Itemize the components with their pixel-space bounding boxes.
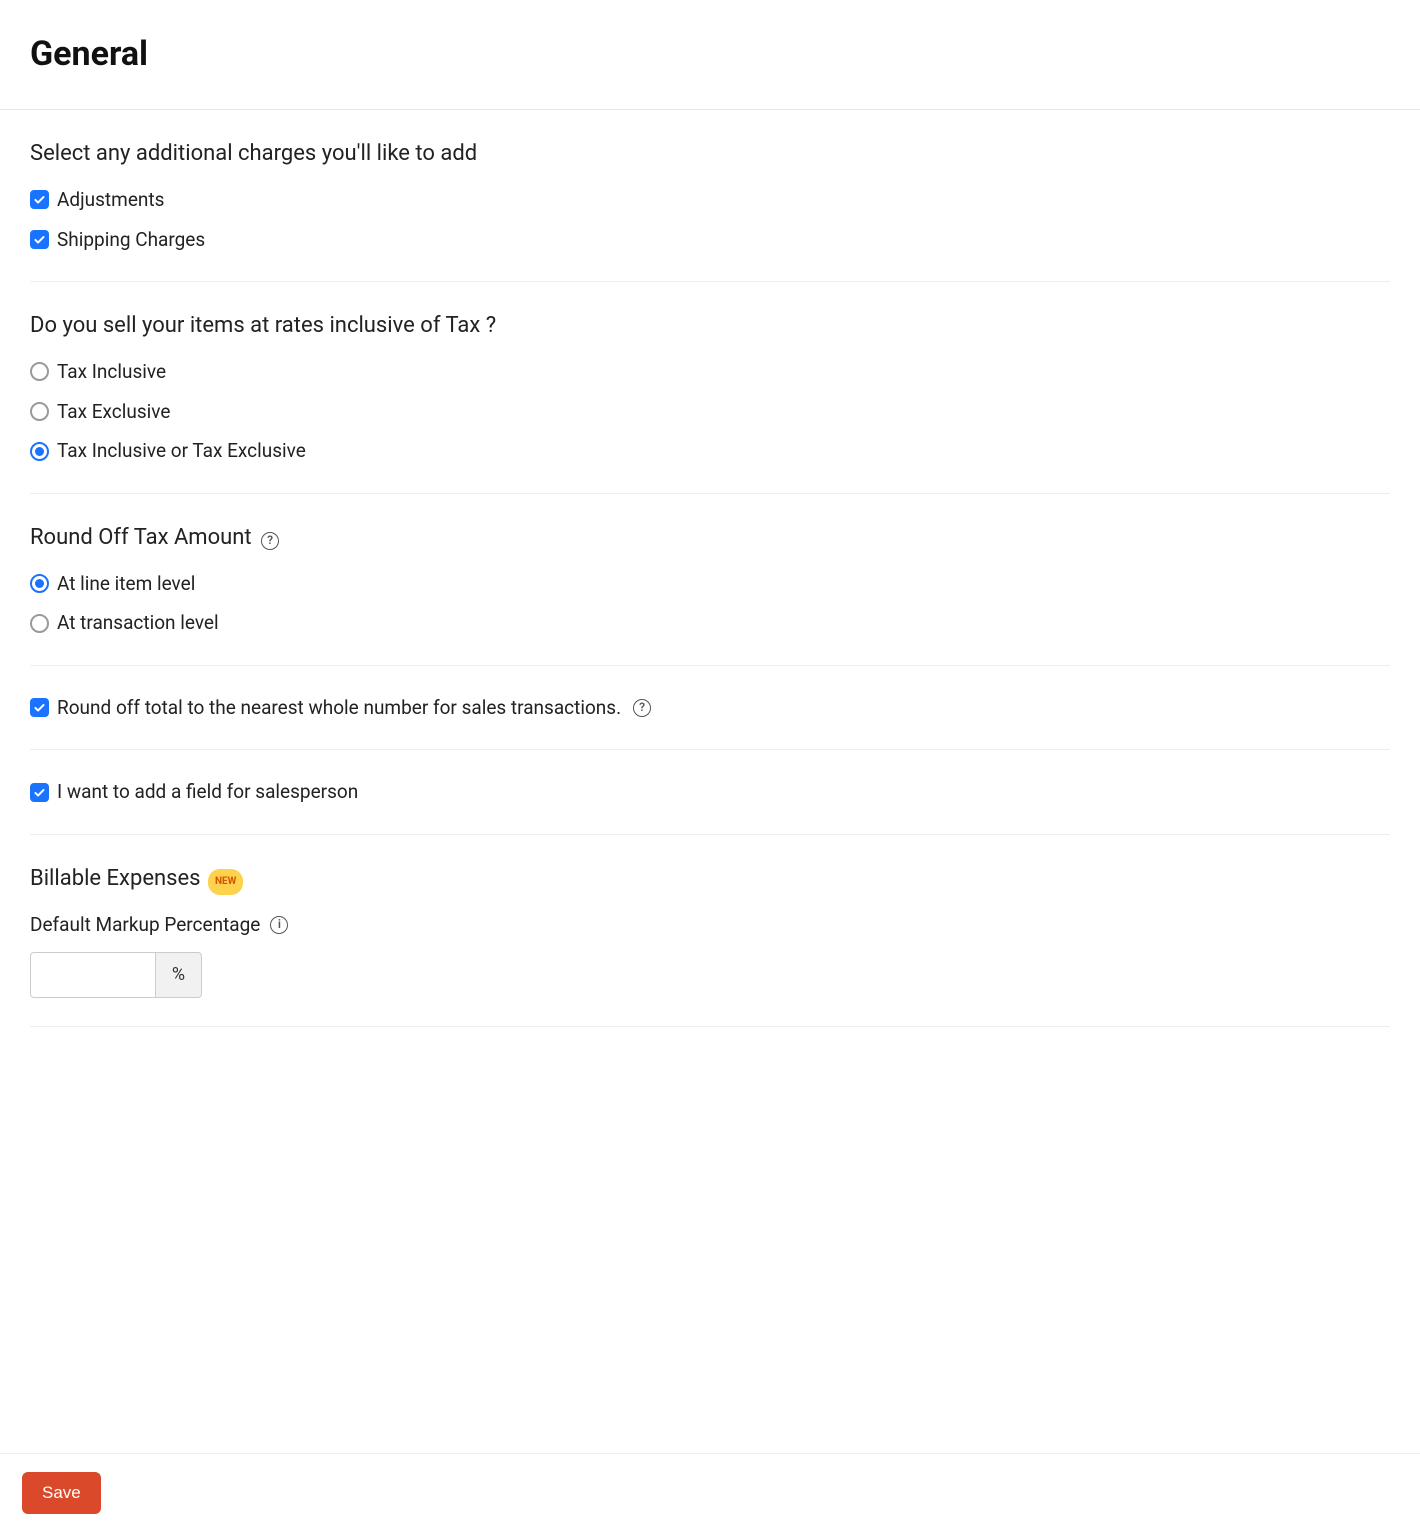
row-adjustments: Adjustments bbox=[30, 186, 1390, 214]
section-billable-expenses: Billable Expenses NEW Default Markup Per… bbox=[30, 835, 1390, 1027]
label-line-item-level: At line item level bbox=[57, 570, 195, 598]
row-salesperson: I want to add a field for salesperson bbox=[30, 778, 1390, 806]
check-icon bbox=[33, 233, 46, 246]
check-icon bbox=[33, 701, 46, 714]
checkbox-salesperson[interactable] bbox=[30, 783, 49, 802]
round-off-heading-text: Round Off Tax Amount bbox=[30, 525, 252, 550]
label-shipping: Shipping Charges bbox=[57, 226, 205, 254]
label-tax-inclusive: Tax Inclusive bbox=[57, 358, 166, 386]
row-round-transaction: At transaction level bbox=[30, 609, 1390, 637]
radio-tax-exclusive[interactable] bbox=[30, 402, 49, 421]
label-tax-both: Tax Inclusive or Tax Exclusive bbox=[57, 437, 306, 465]
charges-heading: Select any additional charges you'll lik… bbox=[30, 138, 1390, 170]
page-title: General bbox=[30, 30, 1390, 79]
row-shipping: Shipping Charges bbox=[30, 226, 1390, 254]
row-tax-inclusive-2: Tax Inclusive or Tax Exclusive bbox=[30, 437, 1390, 465]
radio-tax-inclusive[interactable] bbox=[30, 362, 49, 381]
check-icon bbox=[33, 786, 46, 799]
markup-label-row: Default Markup Percentage i bbox=[30, 911, 1390, 939]
section-round-total: Round off total to the nearest whole num… bbox=[30, 666, 1390, 751]
section-tax-inclusive: Do you sell your items at rates inclusiv… bbox=[30, 282, 1390, 494]
percent-suffix: % bbox=[156, 952, 202, 998]
new-badge: NEW bbox=[210, 871, 241, 894]
row-tax-inclusive-1: Tax Exclusive bbox=[30, 398, 1390, 426]
label-salesperson: I want to add a field for salesperson bbox=[57, 778, 358, 806]
label-round-total: Round off total to the nearest whole num… bbox=[57, 694, 621, 722]
help-icon[interactable]: ? bbox=[261, 532, 279, 550]
label-adjustments: Adjustments bbox=[57, 186, 164, 214]
radio-transaction-level[interactable] bbox=[30, 614, 49, 633]
settings-content: Select any additional charges you'll lik… bbox=[0, 110, 1420, 1127]
help-icon[interactable]: ? bbox=[633, 699, 651, 717]
info-icon[interactable]: i bbox=[270, 916, 288, 934]
row-tax-inclusive-0: Tax Inclusive bbox=[30, 358, 1390, 386]
round-off-heading: Round Off Tax Amount ? bbox=[30, 522, 1390, 554]
billable-heading: Billable Expenses NEW bbox=[30, 863, 1390, 895]
markup-label: Default Markup Percentage bbox=[30, 911, 260, 939]
section-round-off-tax: Round Off Tax Amount ? At line item leve… bbox=[30, 494, 1390, 666]
check-icon bbox=[33, 193, 46, 206]
label-transaction-level: At transaction level bbox=[57, 609, 219, 637]
row-round-line-item: At line item level bbox=[30, 570, 1390, 598]
markup-percentage-input[interactable] bbox=[30, 952, 156, 998]
radio-tax-both[interactable] bbox=[30, 442, 49, 461]
footer-bar: Save bbox=[0, 1453, 1420, 1532]
label-tax-exclusive: Tax Exclusive bbox=[57, 398, 170, 426]
radio-line-item-level[interactable] bbox=[30, 574, 49, 593]
billable-heading-text: Billable Expenses bbox=[30, 866, 201, 891]
checkbox-round-total[interactable] bbox=[30, 698, 49, 717]
tax-inclusive-heading: Do you sell your items at rates inclusiv… bbox=[30, 310, 1390, 342]
section-salesperson: I want to add a field for salesperson bbox=[30, 750, 1390, 835]
markup-input-row: % bbox=[30, 952, 1390, 998]
checkbox-shipping[interactable] bbox=[30, 230, 49, 249]
save-button[interactable]: Save bbox=[22, 1472, 101, 1514]
section-additional-charges: Select any additional charges you'll lik… bbox=[30, 110, 1390, 282]
page-header: General bbox=[0, 0, 1420, 110]
checkbox-adjustments[interactable] bbox=[30, 190, 49, 209]
row-round-total: Round off total to the nearest whole num… bbox=[30, 694, 1390, 722]
